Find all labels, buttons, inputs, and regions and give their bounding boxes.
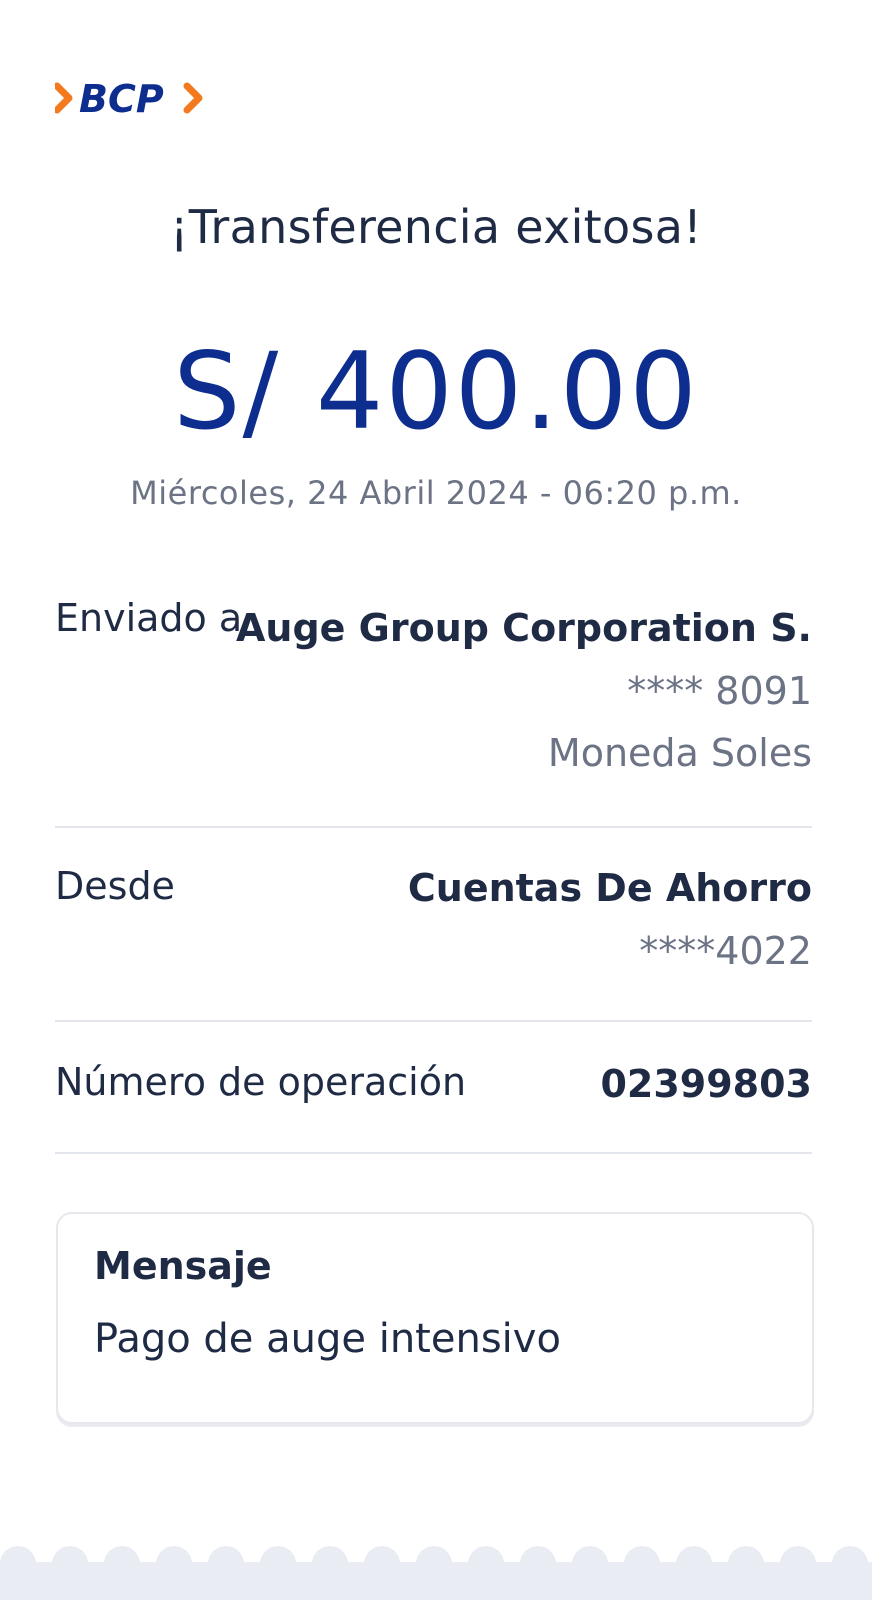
source-account-number: ****4022 <box>639 929 812 973</box>
receipt-screen: BCP ¡Transferencia exitosa! S/ 400.00 Mi… <box>0 0 872 1600</box>
message-title: Mensaje <box>94 1244 272 1288</box>
transfer-amount: S/ 400.00 <box>173 330 699 453</box>
recipient-currency: Moneda Soles <box>547 731 812 775</box>
success-title: ¡Transferencia exitosa! <box>170 200 702 254</box>
message-card: Mensaje Pago de auge intensivo <box>56 1212 814 1424</box>
transfer-datetime: Miércoles, 24 Abril 2024 - 06:20 p.m. <box>130 474 742 512</box>
source-account-type: Cuentas De Ahorro <box>407 866 812 910</box>
from-values: Cuentas De Ahorro ****4022 <box>408 856 812 982</box>
operation-row: Número de operación 02399803 <box>55 1060 812 1130</box>
recipient-account: **** 8091 <box>627 669 812 713</box>
sent-to-row: Enviado a Auge Group Corporation S. ****… <box>55 596 812 786</box>
bcp-logo: BCP <box>55 78 215 122</box>
operation-values: 02399803 <box>600 1052 812 1116</box>
operation-label: Número de operación <box>55 1060 467 1104</box>
divider <box>55 1020 812 1022</box>
divider <box>55 826 812 828</box>
recipient-name: Auge Group Corporation S. <box>236 606 812 650</box>
message-body: Pago de auge intensivo <box>94 1316 561 1362</box>
svg-text:BCP: BCP <box>79 78 164 121</box>
sent-to-label: Enviado a <box>55 596 243 640</box>
operation-number: 02399803 <box>600 1062 812 1106</box>
from-label: Desde <box>55 864 175 908</box>
divider <box>55 1152 812 1154</box>
from-row: Desde Cuentas De Ahorro ****4022 <box>55 864 812 994</box>
sent-to-values: Auge Group Corporation S. **** 8091 Mone… <box>236 596 812 784</box>
ticket-edge-decoration <box>0 1546 872 1600</box>
